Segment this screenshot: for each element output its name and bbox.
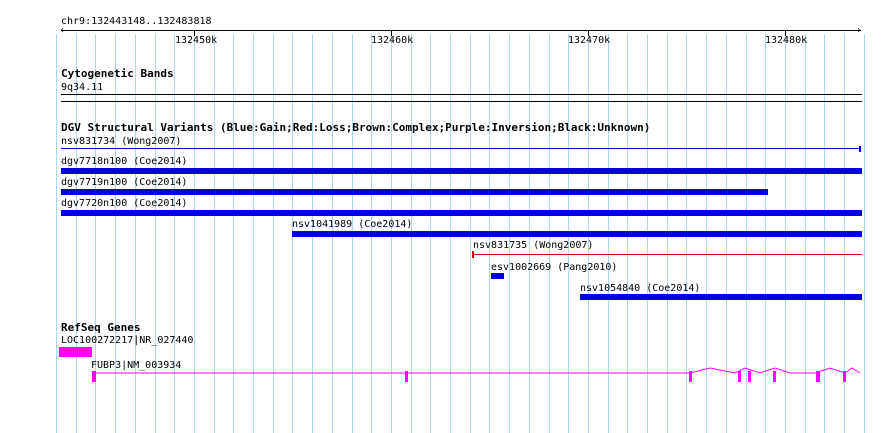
cytoband-top-line bbox=[61, 94, 862, 95]
dgv-feature-label[interactable]: esv1002669 (Pang2010) bbox=[491, 262, 617, 273]
dgv-feature-label[interactable]: dgv7720n100 (Coe2014) bbox=[61, 198, 187, 209]
dgv-feature-bar[interactable] bbox=[61, 210, 862, 216]
dgv-feature-label[interactable]: nsv1054840 (Coe2014) bbox=[580, 283, 700, 294]
cytoband-label[interactable]: 9q34.11 bbox=[61, 82, 103, 93]
ruler-right-arrow-icon: › bbox=[856, 25, 863, 36]
gene-model-fubp3[interactable] bbox=[0, 365, 890, 385]
dgv-feature-end bbox=[859, 146, 861, 152]
cytoband-bottom-line bbox=[61, 101, 862, 102]
gene-exon bbox=[738, 371, 741, 382]
track-title-dgv[interactable]: DGV Structural Variants (Blue:Gain;Red:L… bbox=[61, 122, 650, 134]
dgv-feature-label[interactable]: nsv831734 (Wong2007) bbox=[61, 136, 181, 147]
gene-intron bbox=[95, 367, 861, 374]
dgv-feature-bar[interactable] bbox=[580, 294, 862, 300]
ruler-tick-label: 132460k bbox=[371, 35, 414, 46]
gene-exon[interactable] bbox=[59, 347, 92, 357]
track-title-cytoband[interactable]: Cytogenetic Bands bbox=[61, 68, 174, 80]
dgv-feature-bar[interactable] bbox=[61, 189, 768, 195]
gene-exon bbox=[748, 371, 751, 382]
region-label: chr9:132443148..132483818 bbox=[61, 16, 212, 27]
gene-exon bbox=[405, 371, 408, 382]
gene-exon bbox=[843, 371, 846, 382]
ruler-tick-label: 132450k bbox=[175, 35, 218, 46]
track-title-refseq[interactable]: RefSeq Genes bbox=[61, 322, 140, 334]
dgv-feature-bar[interactable] bbox=[61, 168, 862, 174]
ruler-tick-label: 132480k bbox=[765, 35, 808, 46]
dgv-feature-bar[interactable] bbox=[473, 254, 862, 255]
dgv-feature-label[interactable]: dgv7719n100 (Coe2014) bbox=[61, 177, 187, 188]
gene-exon bbox=[816, 371, 820, 382]
ruler-tick-label: 132470k bbox=[568, 35, 611, 46]
gene-exon bbox=[773, 371, 776, 382]
gene-exon bbox=[92, 371, 96, 382]
dgv-feature-bar[interactable] bbox=[491, 273, 504, 279]
ruler-line bbox=[61, 30, 861, 31]
genome-browser-panel: chr9:132443148..132483818 ‹ › 132450k 13… bbox=[0, 0, 890, 433]
dgv-feature-bar[interactable] bbox=[292, 231, 862, 237]
dgv-feature-bar[interactable] bbox=[61, 148, 860, 149]
dgv-feature-label[interactable]: dgv7718n100 (Coe2014) bbox=[61, 156, 187, 167]
gene-exon bbox=[689, 371, 692, 382]
ruler-left-arrow-icon: ‹ bbox=[59, 25, 66, 36]
dgv-feature-label[interactable]: nsv1041989 (Coe2014) bbox=[292, 219, 412, 230]
dgv-feature-label[interactable]: nsv831735 (Wong2007) bbox=[473, 240, 593, 251]
dgv-feature-end bbox=[472, 251, 474, 258]
gene-label[interactable]: LOC100272217|NR_027440 bbox=[61, 335, 193, 346]
